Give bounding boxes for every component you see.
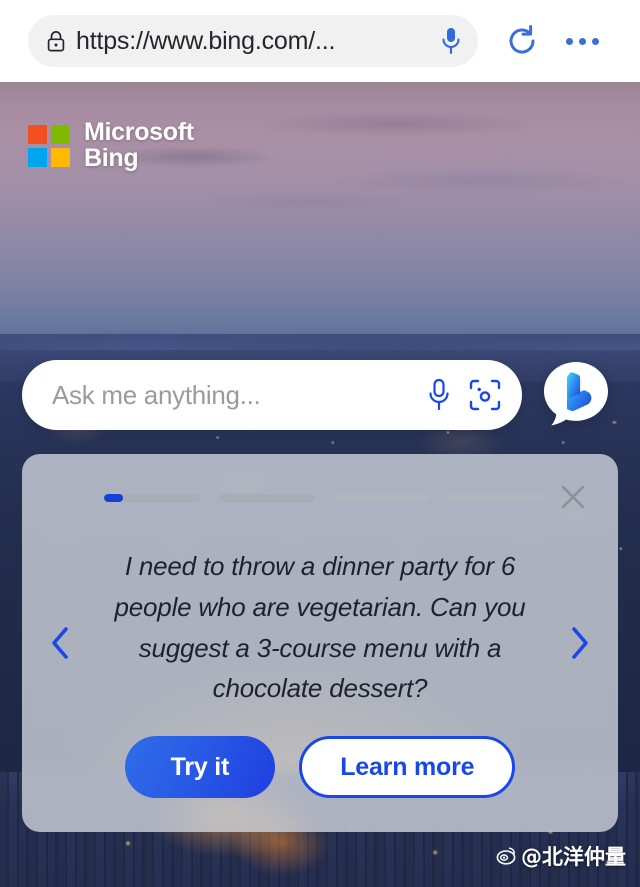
menu-dot xyxy=(579,38,586,45)
progress-segment-4[interactable] xyxy=(448,494,544,502)
next-slide-button[interactable] xyxy=(560,619,600,667)
reload-icon xyxy=(500,19,544,63)
menu-dot xyxy=(592,38,599,45)
bing-chat-logo[interactable] xyxy=(540,359,612,431)
promo-actions: Try it Learn more xyxy=(22,736,618,798)
ms-square-blue xyxy=(28,148,47,167)
microsoft-squares-icon xyxy=(28,125,70,167)
search-input[interactable]: Ask me anything... xyxy=(52,380,424,411)
weibo-icon xyxy=(495,845,517,867)
logo-line-bing: Bing xyxy=(84,146,194,172)
url-text: https://www.bing.com/... xyxy=(76,29,434,54)
browser-toolbar: https://www.bing.com/... xyxy=(0,0,640,82)
previous-slide-button[interactable] xyxy=(40,619,80,667)
reload-button[interactable] xyxy=(500,19,544,63)
search-box[interactable]: Ask me anything... xyxy=(22,360,522,430)
visual-search-icon[interactable] xyxy=(468,378,502,412)
promo-card: I need to throw a dinner party for 6 peo… xyxy=(22,454,618,832)
progress-segment-3[interactable] xyxy=(334,494,430,502)
address-bar[interactable]: https://www.bing.com/... xyxy=(28,15,478,67)
bing-homepage: Microsoft Bing Ask me anything... xyxy=(0,82,640,887)
close-button[interactable] xyxy=(556,480,590,514)
lock-icon xyxy=(46,30,66,52)
learn-more-button[interactable]: Learn more xyxy=(299,736,515,798)
progress-fill xyxy=(104,494,123,502)
menu-dot xyxy=(566,38,573,45)
watermark: @北洋仲量 xyxy=(495,841,626,871)
microphone-icon[interactable] xyxy=(424,378,454,412)
progress-indicator xyxy=(104,494,544,502)
progress-segment-1[interactable] xyxy=(104,494,200,502)
try-it-button[interactable]: Try it xyxy=(125,736,276,798)
ms-square-yellow xyxy=(51,148,70,167)
chevron-right-icon xyxy=(560,619,600,667)
progress-segment-2[interactable] xyxy=(219,494,315,502)
logo-wordmark: Microsoft Bing xyxy=(84,120,194,172)
ms-square-green xyxy=(51,125,70,144)
ms-square-orange xyxy=(28,125,47,144)
chevron-left-icon xyxy=(40,619,80,667)
microsoft-bing-logo[interactable]: Microsoft Bing xyxy=(28,120,194,172)
microphone-icon[interactable] xyxy=(438,26,464,56)
search-row: Ask me anything... xyxy=(22,359,618,431)
promo-prompt-text: I need to throw a dinner party for 6 peo… xyxy=(94,546,546,709)
logo-line-microsoft: Microsoft xyxy=(84,120,194,146)
close-icon xyxy=(556,480,590,514)
overflow-menu-button[interactable] xyxy=(560,19,604,63)
watermark-text: @北洋仲量 xyxy=(521,841,626,871)
